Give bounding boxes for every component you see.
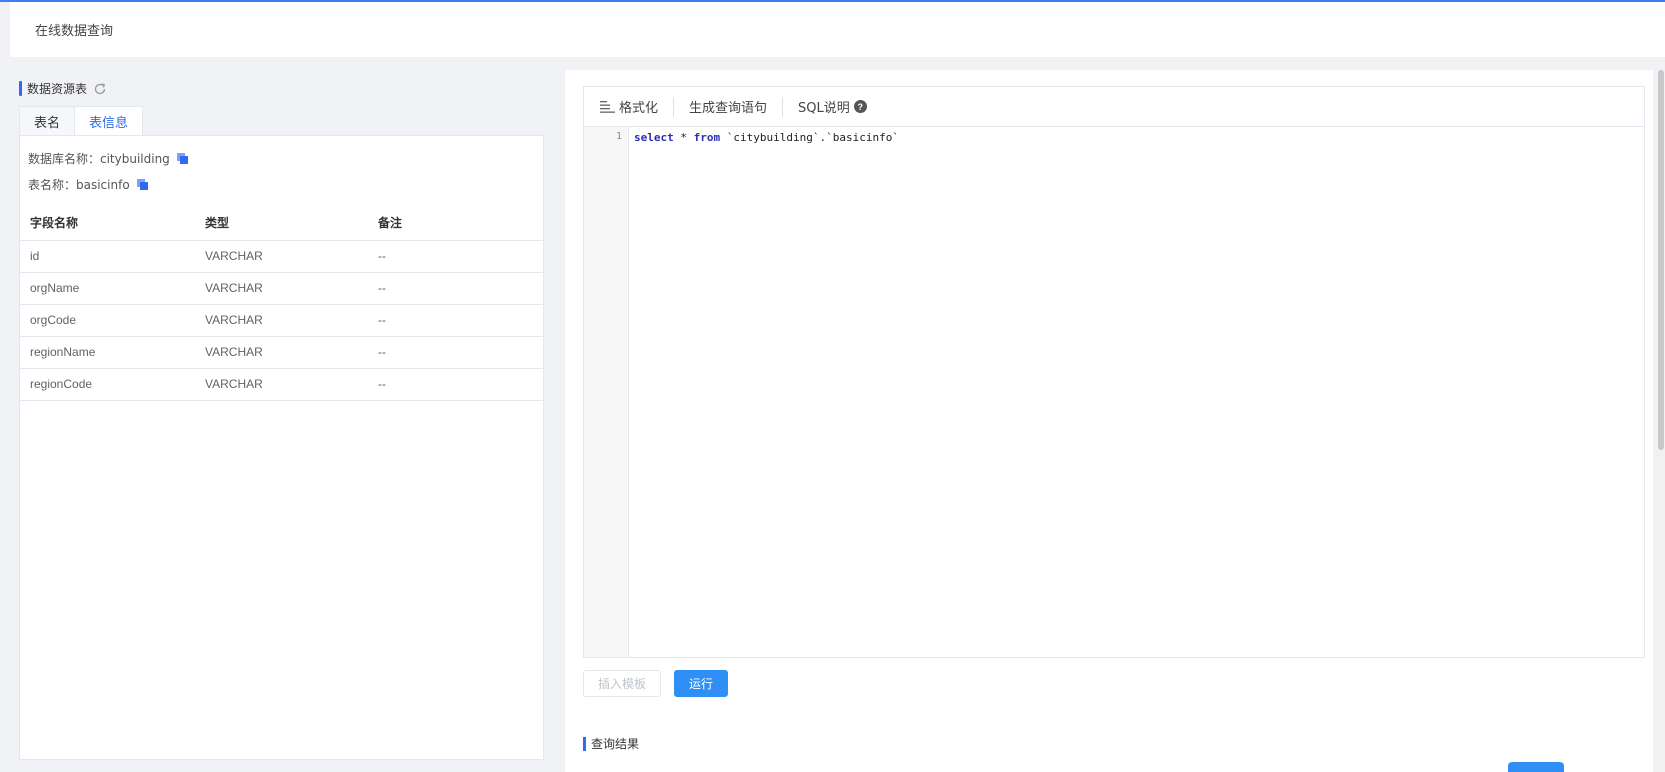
column-header: 字段名称 bbox=[20, 206, 195, 241]
title-bar-marker bbox=[583, 736, 586, 751]
table-cell: -- bbox=[368, 240, 543, 273]
scrollbar-thumb[interactable] bbox=[1658, 70, 1664, 450]
table-cell: -- bbox=[368, 272, 543, 305]
format-label: 格式化 bbox=[619, 101, 659, 116]
table-row: id VARCHAR -- bbox=[20, 240, 543, 273]
copy-icon[interactable] bbox=[136, 179, 148, 190]
title-bar-marker bbox=[19, 81, 22, 96]
sql-keyword: from bbox=[693, 131, 721, 144]
sql-editor: 格式化 生成查询语句 SQL说明 ? 1 select * from `city… bbox=[583, 86, 1645, 658]
table-row: regionName VARCHAR -- bbox=[20, 336, 543, 369]
format-button[interactable]: 格式化 bbox=[600, 97, 673, 116]
copy-icon[interactable] bbox=[176, 153, 188, 164]
line-number: 1 bbox=[615, 131, 622, 142]
table-cell: orgName bbox=[20, 272, 195, 305]
format-icon bbox=[600, 100, 615, 113]
refresh-icon[interactable] bbox=[93, 82, 107, 96]
table-cell: -- bbox=[368, 304, 543, 337]
partially-visible-button[interactable] bbox=[1508, 762, 1564, 772]
sql-help-button[interactable]: SQL说明 ? bbox=[798, 97, 882, 116]
table-name-line: 表名称：basicinfo bbox=[28, 176, 148, 193]
page-title: 在线数据查询 bbox=[35, 24, 114, 39]
sql-keyword: select bbox=[634, 131, 674, 144]
table-cell: VARCHAR bbox=[195, 304, 368, 337]
table-cell: -- bbox=[368, 368, 543, 401]
table-cell: regionName bbox=[20, 336, 195, 369]
table-cell: VARCHAR bbox=[195, 272, 368, 305]
table-cell: orgCode bbox=[20, 304, 195, 337]
table-info-box: 数据库名称：citybuilding 表名称：basicinfo 字段名称 类型… bbox=[19, 135, 544, 760]
toolbar-divider bbox=[782, 96, 784, 117]
sql-text: `citybuilding`.`basicinfo` bbox=[720, 131, 899, 144]
table-cell: regionCode bbox=[20, 368, 195, 401]
resource-title-text: 数据资源表 bbox=[27, 82, 88, 96]
sql-text: * bbox=[673, 131, 694, 144]
query-panel: 格式化 生成查询语句 SQL说明 ? 1 select * from `city… bbox=[565, 70, 1653, 772]
tab-table-name[interactable]: 表名 bbox=[19, 106, 76, 136]
db-name-label: 数据库名称：citybuilding bbox=[28, 152, 170, 166]
table-cell: VARCHAR bbox=[195, 240, 368, 273]
page-scrollbar[interactable] bbox=[1657, 70, 1665, 772]
table-cell: id bbox=[20, 240, 195, 273]
editor-toolbar: 格式化 生成查询语句 SQL说明 ? bbox=[584, 87, 1644, 127]
resource-panel: 数据资源表 表名 表信息 数据库名称：citybuilding 表名称：basi… bbox=[10, 70, 555, 772]
resource-section-title: 数据资源表 bbox=[19, 80, 107, 97]
toolbar-divider bbox=[673, 96, 675, 117]
table-row: orgCode VARCHAR -- bbox=[20, 304, 543, 337]
line-number-gutter: 1 bbox=[584, 127, 629, 657]
table-header-row: 字段名称 类型 备注 bbox=[20, 206, 543, 241]
table-cell: VARCHAR bbox=[195, 336, 368, 369]
column-header: 类型 bbox=[195, 206, 368, 241]
generate-query-button[interactable]: 生成查询语句 bbox=[689, 97, 782, 116]
tab-table-info[interactable]: 表信息 bbox=[74, 106, 144, 136]
table-name-label: 表名称：basicinfo bbox=[28, 178, 130, 192]
fields-table: 字段名称 类型 备注 id VARCHAR -- orgName VARCHAR… bbox=[20, 206, 543, 401]
page-header: 在线数据查询 bbox=[10, 2, 1665, 57]
db-name-line: 数据库名称：citybuilding bbox=[28, 150, 188, 167]
run-button[interactable]: 运行 bbox=[674, 670, 729, 697]
question-icon[interactable]: ? bbox=[853, 100, 867, 113]
resource-tabs: 表名 表信息 bbox=[19, 106, 144, 136]
action-buttons: 插入模板 运行 bbox=[583, 670, 729, 697]
sql-help-label: SQL说明 bbox=[798, 101, 850, 116]
insert-template-button[interactable]: 插入模板 bbox=[583, 670, 662, 697]
result-section-title: 查询结果 bbox=[583, 735, 639, 752]
table-cell: VARCHAR bbox=[195, 368, 368, 401]
sql-code-area[interactable]: select * from `citybuilding`.`basicinfo` bbox=[634, 131, 899, 144]
result-title-text: 查询结果 bbox=[591, 737, 640, 751]
table-cell: -- bbox=[368, 336, 543, 369]
table-row: orgName VARCHAR -- bbox=[20, 272, 543, 305]
generate-query-label: 生成查询语句 bbox=[689, 101, 768, 116]
column-header: 备注 bbox=[368, 206, 543, 241]
table-row: regionCode VARCHAR -- bbox=[20, 368, 543, 401]
